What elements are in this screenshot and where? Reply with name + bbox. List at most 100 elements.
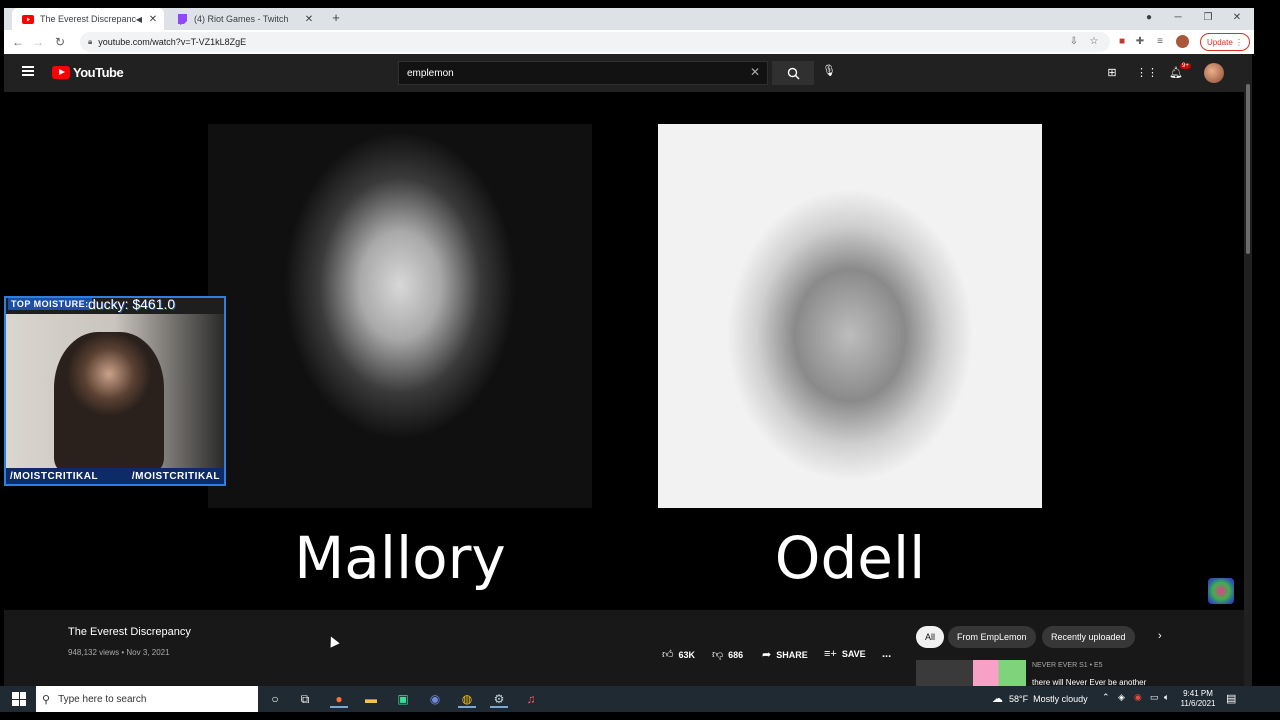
extensions-puzzle-icon[interactable]: ✚ — [1132, 34, 1148, 50]
clock-date: 11/6/2021 — [1180, 699, 1216, 708]
network-icon[interactable]: ▭ — [1150, 692, 1159, 703]
apps-grid-icon[interactable]: ⋮⋮ — [1136, 65, 1158, 81]
menu-icon[interactable] — [22, 66, 34, 76]
dislike-button[interactable]: 👎︎ 686 — [712, 648, 743, 661]
screen: The Everest Discrepancy - Yo ◀ ✕ (4) Rio… — [0, 0, 1280, 720]
chip-all[interactable]: All — [916, 626, 945, 648]
search-input[interactable]: emplemon — [398, 61, 768, 85]
audio-icon[interactable]: ◀ — [136, 15, 142, 24]
file-explorer-icon[interactable]: ▬ — [362, 690, 380, 708]
tab-title: The Everest Discrepancy - Yo — [40, 14, 136, 24]
youtube-play-icon — [52, 66, 70, 79]
taskbar-search-placeholder: Type here to search — [58, 693, 147, 705]
page-scrollbar[interactable] — [1244, 54, 1252, 686]
install-icon[interactable]: ⇩ — [1066, 34, 1082, 50]
update-label: Update — [1206, 37, 1233, 47]
temperature: 58°F — [1009, 693, 1029, 704]
save-button[interactable]: ≡+ SAVE — [824, 648, 866, 660]
weather-widget[interactable]: ☁ 58°F Mostly cloudy — [992, 692, 1088, 705]
update-button[interactable]: Update ⋮ — [1200, 33, 1250, 51]
search-icon: ⚲ — [42, 693, 51, 706]
tab-youtube[interactable]: The Everest Discrepancy - Yo ◀ ✕ — [12, 8, 164, 30]
youtube-icon — [22, 13, 34, 25]
tray-red-icon[interactable]: ◉ — [1134, 692, 1142, 703]
notification-badge: 9+ — [1180, 63, 1191, 69]
discord-icon[interactable]: ◉ — [426, 690, 444, 708]
taskbar-search-input[interactable]: ⚲ Type here to search — [36, 686, 258, 712]
extension-red-icon[interactable]: ■ — [1114, 34, 1130, 50]
top-donor-label: TOP MOISTURE: — [8, 298, 92, 310]
video-info: The Everest Discrepancy 948,132 views • … — [4, 610, 1244, 687]
steam-icon[interactable]: ⚙ — [490, 690, 508, 708]
twitch-icon — [176, 13, 188, 25]
channel-watermark-icon[interactable] — [1208, 578, 1234, 604]
minimize-icon[interactable]: ─ — [1170, 12, 1186, 23]
like-count: 63K — [678, 649, 696, 660]
tray-chevron-icon[interactable]: ⌃ — [1102, 692, 1110, 703]
back-icon[interactable]: ← — [10, 34, 26, 50]
tray-app-icon[interactable]: ◈ — [1118, 692, 1125, 703]
share-label: SHARE — [776, 649, 808, 660]
close-tab-icon[interactable]: ✕ — [146, 14, 160, 25]
profile-avatar-icon[interactable] — [1174, 34, 1190, 50]
windows-start-icon[interactable] — [12, 692, 26, 706]
task-view-icon[interactable]: ⧉ — [296, 690, 314, 708]
scroll-thumb[interactable] — [1246, 84, 1250, 254]
reload-icon[interactable]: ↻ — [52, 34, 68, 50]
share-icon: ➦ — [762, 649, 772, 661]
address-bar[interactable]: 🔒︎ youtube.com/watch?v=T-VZ1kL8ZgE — [80, 32, 1110, 52]
microphone-icon[interactable]: 🎙︎ — [820, 64, 838, 82]
handle-right: /MOISTCRITIKAL — [131, 470, 220, 482]
caption-left: Mallory — [294, 524, 506, 592]
close-tab-icon[interactable]: ✕ — [302, 14, 316, 25]
new-tab-button[interactable]: + — [328, 10, 344, 25]
search-icon — [787, 67, 799, 79]
tab-title: (4) Riot Games - Twitch — [194, 14, 289, 24]
search-button[interactable] — [772, 61, 814, 85]
action-center-icon[interactable]: ▤ — [1226, 692, 1236, 705]
account-avatar[interactable] — [1204, 63, 1224, 83]
cortana-icon[interactable]: ○ — [266, 690, 284, 708]
cloud-icon: ☁ — [992, 693, 1003, 705]
video-meta: 948,132 views • Nov 3, 2021 — [68, 648, 170, 657]
recommendation-channel: NEVER EVER S1 • E5 — [1032, 662, 1103, 669]
system-clock[interactable]: 9:41 PM 11/6/2021 — [1178, 689, 1218, 709]
forward-icon[interactable]: → — [30, 34, 46, 50]
chrome-icon[interactable]: ◍ — [458, 690, 476, 708]
create-video-icon[interactable]: ⊞ — [1104, 65, 1120, 81]
browser-toolbar: ← → ↻ 🔒︎ youtube.com/watch?v=T-VZ1kL8ZgE… — [4, 30, 1254, 54]
share-button[interactable]: ➦ SHARE — [762, 648, 808, 661]
clock-time: 9:41 PM — [1183, 689, 1213, 698]
music-app-icon[interactable]: ♫ — [522, 690, 540, 708]
chip-recently-uploaded[interactable]: Recently uploaded — [1042, 626, 1135, 648]
profile-circle-icon[interactable]: ● — [1141, 12, 1157, 23]
like-button[interactable]: 👍︎ 63K — [662, 648, 695, 661]
youtube-wordmark: YouTube — [73, 65, 124, 80]
app-green-icon[interactable]: ▣ — [394, 690, 412, 708]
upload-date: Nov 3, 2021 — [126, 648, 170, 657]
recommendation-thumbnail[interactable] — [916, 660, 1026, 686]
close-window-icon[interactable]: ✕ — [1229, 12, 1245, 23]
mallory-portrait — [208, 124, 592, 508]
tab-twitch[interactable]: (4) Riot Games - Twitch ✕ — [166, 8, 320, 30]
chevron-right-icon[interactable]: › — [1158, 630, 1162, 642]
windows-taskbar: ⚲ Type here to search ○ ⧉ ● ▬ ▣ ◉ ◍ ⚙ ♫ … — [0, 686, 1280, 712]
streamer-webcam: TOP MOISTURE: ducky: $461.0 /MOISTCRITIK… — [4, 296, 226, 486]
thumbs-down-icon: 👎︎ — [712, 649, 724, 661]
chip-from-emplemon[interactable]: From EmpLemon — [948, 626, 1036, 648]
youtube-header: YouTube emplemon ✕ 🎙︎ ⊞ ⋮⋮ 🔔︎ 9+ — [4, 54, 1244, 92]
restore-icon[interactable]: ❐ — [1200, 12, 1216, 23]
more-actions-button[interactable]: ... — [882, 648, 891, 660]
clear-search-icon[interactable]: ✕ — [750, 65, 760, 79]
streamer-figure — [54, 332, 164, 472]
volume-icon[interactable]: 🔈︎ — [1164, 692, 1169, 703]
caption-right: Odell — [774, 524, 926, 592]
lock-icon: 🔒︎ — [88, 37, 93, 46]
youtube-logo[interactable]: YouTube — [52, 65, 124, 80]
firefox-icon[interactable]: ● — [330, 690, 348, 708]
handle-left: /MOISTCRITIKAL — [10, 470, 99, 482]
thumbs-up-icon: 👍︎ — [662, 649, 674, 661]
reading-list-icon[interactable]: ≡ — [1152, 34, 1168, 50]
bookmark-star-icon[interactable]: ☆ — [1086, 34, 1102, 50]
odell-portrait — [658, 124, 1042, 508]
